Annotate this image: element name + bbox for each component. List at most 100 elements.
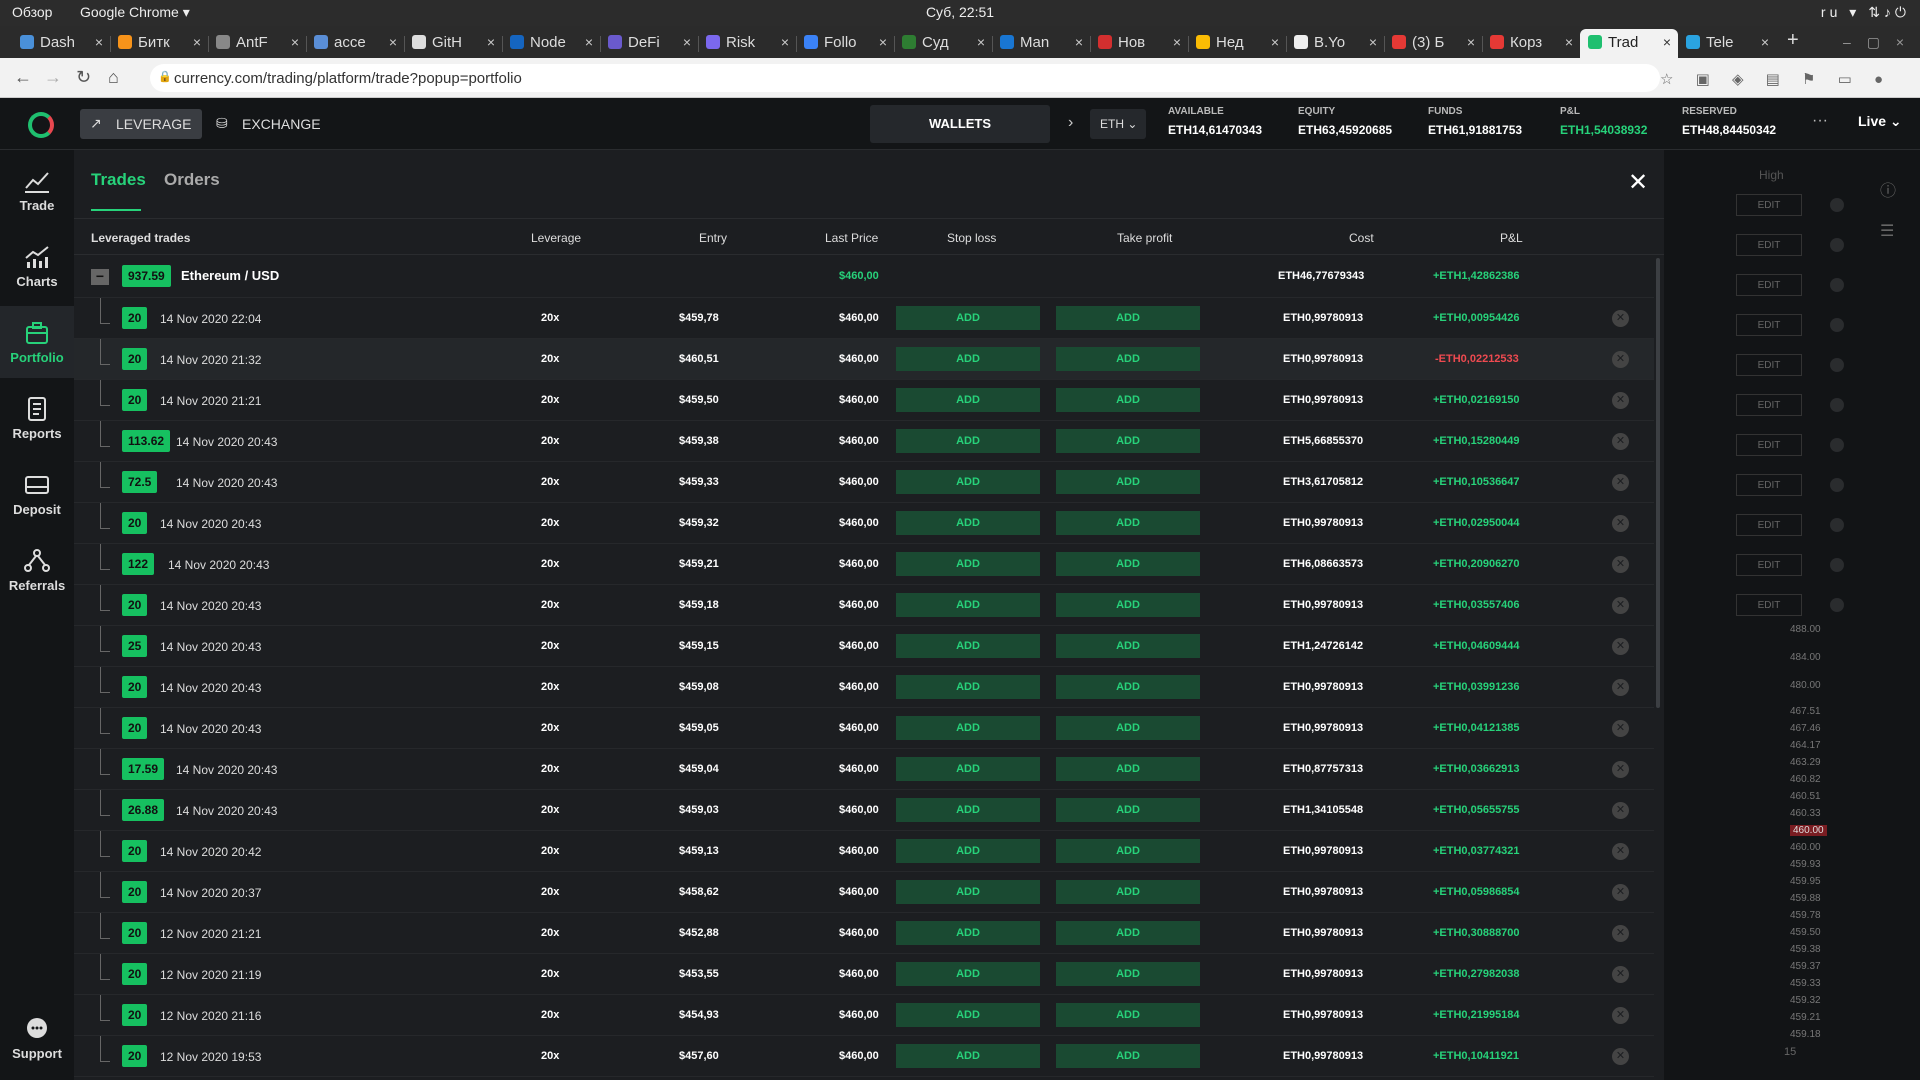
- browser-tab[interactable]: GitH ×: [404, 29, 502, 58]
- table-row[interactable]: 25 14 Nov 2020 20:43 20x $459,15 $460,00 ADD A…: [74, 626, 1654, 667]
- stop-loss-add-button[interactable]: ADD: [896, 757, 1040, 781]
- stop-loss-add-button[interactable]: ADD: [896, 962, 1040, 986]
- stop-loss-add-button[interactable]: ADD: [896, 634, 1040, 658]
- browser-tab[interactable]: Man ×: [992, 29, 1090, 58]
- cancel-order-icon[interactable]: [1830, 478, 1844, 492]
- table-row[interactable]: 20 14 Nov 2020 20:43 20x $459,08 $460,00 ADD A…: [74, 667, 1654, 708]
- more-icon[interactable]: ···: [1812, 112, 1828, 130]
- clock[interactable]: Суб, 22:51: [925, 4, 995, 20]
- table-row[interactable]: 20 14 Nov 2020 20:42 20x $459,13 $460,00 ADD A…: [74, 831, 1654, 872]
- browser-tab[interactable]: B.Yo ×: [1286, 29, 1384, 58]
- sidebar-item-portfolio[interactable]: Portfolio: [0, 306, 74, 378]
- url-input[interactable]: 🔒 currency.com/trading/platform/trade?po…: [150, 64, 1660, 92]
- stop-loss-add-button[interactable]: ADD: [896, 1044, 1040, 1068]
- edit-order-button[interactable]: EDIT: [1736, 554, 1802, 576]
- table-row[interactable]: 20 12 Nov 2020 21:16 20x $454,93 $460,00 ADD A…: [74, 995, 1654, 1036]
- close-trade-icon[interactable]: ✕: [1612, 884, 1629, 901]
- currency-com-logo[interactable]: [28, 112, 54, 138]
- take-profit-add-button[interactable]: ADD: [1056, 593, 1200, 617]
- close-trade-icon[interactable]: ✕: [1612, 802, 1629, 819]
- browser-tab[interactable]: Битк ×: [110, 29, 208, 58]
- system-tray[interactable]: ru ▾ ⇅♪⏻: [1821, 4, 1910, 21]
- tab-close-icon[interactable]: ×: [781, 34, 789, 50]
- close-trade-icon[interactable]: ✕: [1612, 761, 1629, 778]
- network-icon[interactable]: ⇅: [1868, 4, 1884, 20]
- browser-tab[interactable]: Follo ×: [796, 29, 894, 58]
- stop-loss-add-button[interactable]: ADD: [896, 839, 1040, 863]
- close-trade-icon[interactable]: ✕: [1612, 966, 1629, 983]
- take-profit-add-button[interactable]: ADD: [1056, 798, 1200, 822]
- edit-order-button[interactable]: EDIT: [1736, 594, 1802, 616]
- lock-icon[interactable]: 🔒: [158, 70, 172, 83]
- tab-close-icon[interactable]: ×: [95, 34, 103, 50]
- edit-order-button[interactable]: EDIT: [1736, 434, 1802, 456]
- stop-loss-add-button[interactable]: ADD: [896, 675, 1040, 699]
- sidebar-item-support[interactable]: Support: [0, 1002, 74, 1074]
- edit-order-button[interactable]: EDIT: [1736, 474, 1802, 496]
- browser-tab[interactable]: (3) Б ×: [1384, 29, 1482, 58]
- browser-tab[interactable]: Суд ×: [894, 29, 992, 58]
- take-profit-add-button[interactable]: ADD: [1056, 716, 1200, 740]
- table-row[interactable]: 26.88 14 Nov 2020 20:43 20x $459,03 $460,00 A…: [74, 790, 1654, 831]
- stop-loss-add-button[interactable]: ADD: [896, 593, 1040, 617]
- cancel-order-icon[interactable]: [1830, 198, 1844, 212]
- app-menu[interactable]: Google Chrome ▾: [80, 4, 190, 21]
- cancel-order-icon[interactable]: [1830, 438, 1844, 452]
- cancel-order-icon[interactable]: [1830, 518, 1844, 532]
- reload-icon[interactable]: ↻: [76, 67, 91, 88]
- tab-close-icon[interactable]: ×: [585, 34, 593, 50]
- take-profit-add-button[interactable]: ADD: [1056, 839, 1200, 863]
- edit-order-button[interactable]: EDIT: [1736, 194, 1802, 216]
- close-trade-icon[interactable]: ✕: [1612, 433, 1629, 450]
- tab-close-icon[interactable]: ×: [1369, 34, 1377, 50]
- close-trade-icon[interactable]: ✕: [1612, 1048, 1629, 1065]
- table-row[interactable]: 20 14 Nov 2020 20:37 20x $458,62 $460,00 ADD A…: [74, 872, 1654, 913]
- take-profit-add-button[interactable]: ADD: [1056, 552, 1200, 576]
- exchange-button[interactable]: ⛁ EXCHANGE: [206, 109, 328, 139]
- language-indicator[interactable]: ru ▾: [1821, 4, 1860, 20]
- account-mode-select[interactable]: Live ⌄: [1858, 113, 1902, 130]
- close-trade-icon[interactable]: ✕: [1612, 1007, 1629, 1024]
- close-trade-icon[interactable]: ✕: [1612, 392, 1629, 409]
- take-profit-add-button[interactable]: ADD: [1056, 921, 1200, 945]
- table-row[interactable]: 122 14 Nov 2020 20:43 20x $459,21 $460,00 ADD…: [74, 544, 1654, 585]
- cancel-order-icon[interactable]: [1830, 238, 1844, 252]
- take-profit-add-button[interactable]: ADD: [1056, 470, 1200, 494]
- close-trade-icon[interactable]: ✕: [1612, 556, 1629, 573]
- activities-button[interactable]: Обзор: [12, 4, 52, 20]
- take-profit-add-button[interactable]: ADD: [1056, 880, 1200, 904]
- stop-loss-add-button[interactable]: ADD: [896, 429, 1040, 453]
- close-trade-icon[interactable]: ✕: [1612, 638, 1629, 655]
- browser-tab[interactable]: DeFi ×: [600, 29, 698, 58]
- tab-trades[interactable]: Trades: [91, 170, 146, 190]
- close-trade-icon[interactable]: ✕: [1612, 720, 1629, 737]
- take-profit-add-button[interactable]: ADD: [1056, 1003, 1200, 1027]
- sidebar-item-trade[interactable]: Trade: [0, 154, 74, 226]
- volume-icon[interactable]: ♪: [1884, 4, 1895, 20]
- tab-close-icon[interactable]: ×: [1761, 34, 1769, 50]
- table-row[interactable]: 20 12 Nov 2020 19:53 20x $457,60 $460,00 ADD A…: [74, 1036, 1654, 1077]
- back-icon[interactable]: ←: [14, 67, 32, 88]
- close-trade-icon[interactable]: ✕: [1612, 925, 1629, 942]
- forward-icon[interactable]: →: [44, 67, 62, 88]
- tab-close-icon[interactable]: ×: [291, 34, 299, 50]
- table-row[interactable]: 20 14 Nov 2020 20:43 20x $459,05 $460,00 ADD A…: [74, 708, 1654, 749]
- scrollbar[interactable]: [1656, 258, 1660, 708]
- wallets-button[interactable]: WALLETS: [870, 105, 1050, 143]
- table-row[interactable]: 113.62 14 Nov 2020 20:43 20x $459,38 $460,00…: [74, 421, 1654, 462]
- cancel-order-icon[interactable]: [1830, 358, 1844, 372]
- close-trade-icon[interactable]: ✕: [1612, 515, 1629, 532]
- browser-tab[interactable]: Risk ×: [698, 29, 796, 58]
- close-trade-icon[interactable]: ✕: [1612, 843, 1629, 860]
- sidebar-item-charts[interactable]: Charts: [0, 230, 74, 302]
- sidebar-item-reports[interactable]: Reports: [0, 382, 74, 454]
- tab-close-icon[interactable]: ×: [1565, 34, 1573, 50]
- cancel-order-icon[interactable]: [1830, 558, 1844, 572]
- table-row[interactable]: 20 14 Nov 2020 20:43 20x $459,32 $460,00 ADD A…: [74, 503, 1654, 544]
- cancel-order-icon[interactable]: [1830, 278, 1844, 292]
- stop-loss-add-button[interactable]: ADD: [896, 716, 1040, 740]
- window-controls[interactable]: – ▢ ×: [1843, 34, 1910, 51]
- stop-loss-add-button[interactable]: ADD: [896, 552, 1040, 576]
- stop-loss-add-button[interactable]: ADD: [896, 388, 1040, 412]
- tab-orders[interactable]: Orders: [164, 170, 220, 190]
